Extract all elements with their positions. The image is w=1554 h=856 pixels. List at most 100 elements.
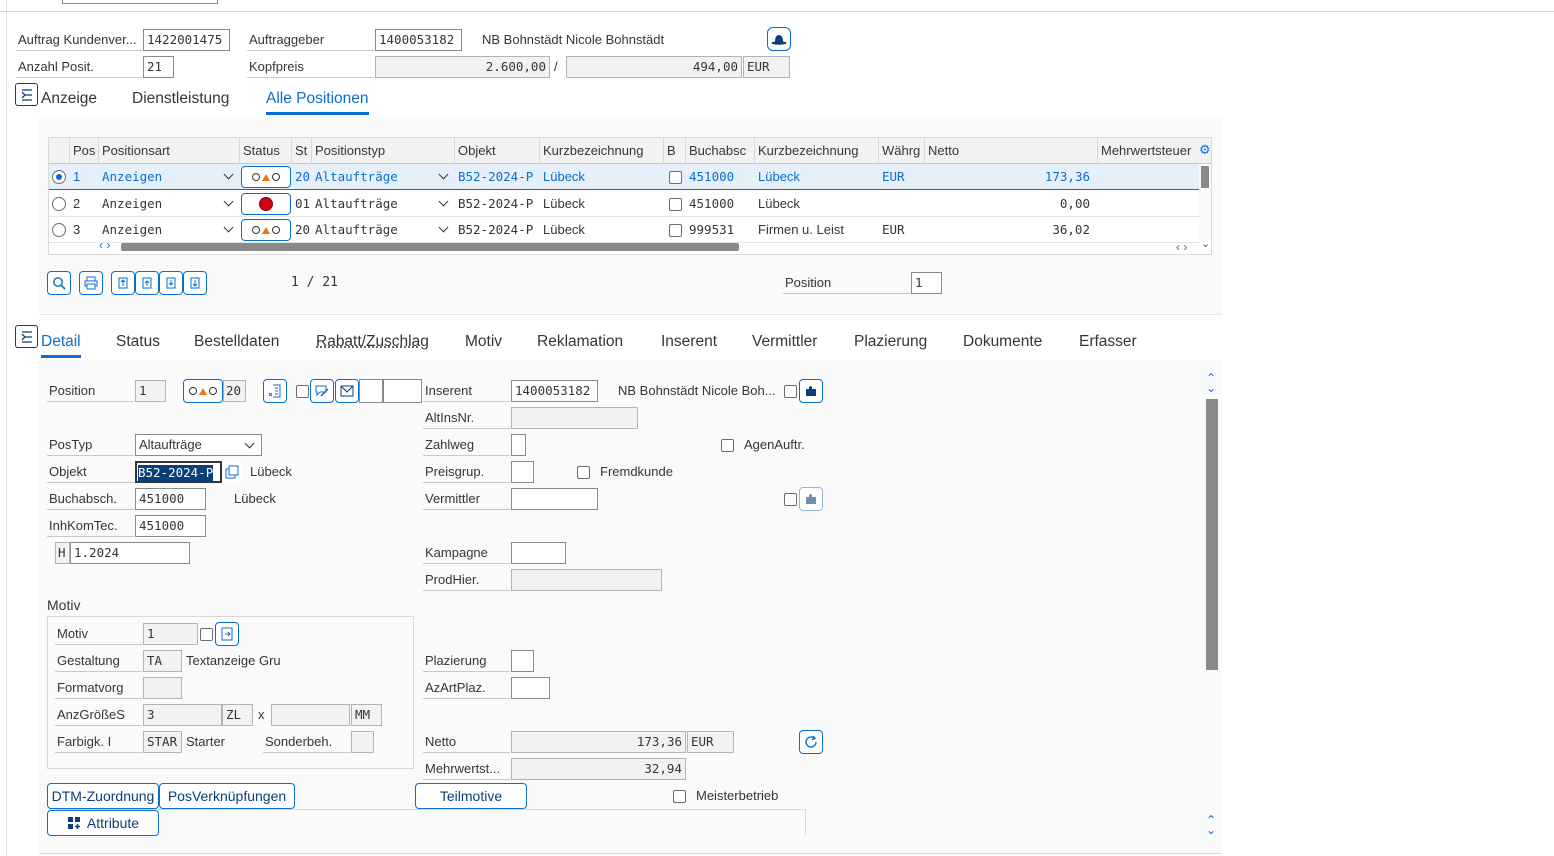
col-positionstyp[interactable]: Positionstyp bbox=[312, 138, 455, 164]
partner-puzzle-icon[interactable] bbox=[799, 379, 823, 403]
table-row[interactable]: 1 Anzeigen 20 Altaufträge B52-2024-P Lübeck 45… bbox=[49, 164, 1199, 190]
detail-small-field-2[interactable] bbox=[383, 379, 422, 403]
vermittler-checkbox[interactable] bbox=[784, 493, 797, 506]
traffic-light-status-icon[interactable] bbox=[241, 219, 291, 241]
position-nav-field[interactable]: 1 bbox=[911, 272, 942, 294]
zoom-icon[interactable] bbox=[47, 271, 71, 295]
vermittler-field[interactable] bbox=[511, 488, 598, 510]
tab-anzeige[interactable]: Anzeige bbox=[41, 88, 97, 110]
detail-small-field-1[interactable] bbox=[359, 379, 383, 403]
table-hscroll[interactable] bbox=[121, 243, 739, 251]
attribute-button[interactable]: Attribute bbox=[47, 810, 159, 836]
chevron-down-icon[interactable] bbox=[223, 169, 234, 180]
tab-bestelldaten[interactable]: Bestelldaten bbox=[194, 331, 279, 353]
table-settings-icon[interactable]: ⚙ bbox=[1199, 143, 1211, 156]
motiv-checkbox[interactable] bbox=[200, 628, 213, 641]
row-b-checkbox[interactable] bbox=[669, 171, 682, 184]
vermittler-puzzle-icon[interactable] bbox=[799, 487, 823, 511]
inhkom-field[interactable]: 451000 bbox=[135, 515, 206, 537]
zahlweg-field[interactable] bbox=[511, 434, 526, 456]
tab-alle-positionen[interactable]: Alle Positionen bbox=[266, 88, 369, 115]
tab-dokumente[interactable]: Dokumente bbox=[963, 331, 1042, 353]
hscroll-left-right-icon[interactable]: ‹ › bbox=[99, 239, 110, 251]
buchabsch-field[interactable]: 451000 bbox=[135, 488, 206, 510]
tab-erfasser[interactable]: Erfasser bbox=[1079, 331, 1137, 353]
chevron-down-icon[interactable] bbox=[438, 169, 449, 180]
print-icon[interactable] bbox=[79, 271, 103, 295]
azartplaz-field[interactable] bbox=[511, 677, 550, 699]
detail-vscroll-thumb[interactable] bbox=[1206, 399, 1218, 670]
fremdkunde-checkbox[interactable] bbox=[577, 466, 590, 479]
stop-status-icon[interactable] bbox=[241, 192, 291, 215]
row-b-checkbox[interactable] bbox=[669, 224, 682, 237]
meisterbetrieb-checkbox[interactable] bbox=[673, 790, 686, 803]
scroll-last-icon[interactable] bbox=[183, 271, 207, 295]
row-select-radio[interactable] bbox=[52, 196, 66, 211]
tab-inserent[interactable]: Inserent bbox=[661, 331, 717, 353]
tab-status[interactable]: Status bbox=[116, 331, 160, 353]
col-pos[interactable]: Pos bbox=[70, 138, 99, 164]
row-select-radio[interactable] bbox=[52, 223, 66, 237]
col-kurzbezeichnung[interactable]: Kurzbezeichnung bbox=[540, 138, 664, 164]
tab-dienstleistung[interactable]: Dienstleistung bbox=[132, 88, 229, 110]
col-mehrwertsteuer[interactable]: Mehrwertsteuer bbox=[1098, 138, 1199, 164]
detail-scroll-up-icon[interactable]: ⌃ ⌄ bbox=[1206, 372, 1216, 394]
collapse-detail-tabs-icon[interactable] bbox=[15, 325, 38, 348]
preisgrup-field[interactable] bbox=[511, 461, 534, 483]
col-buchabsc[interactable]: Buchabsc bbox=[686, 138, 755, 164]
collapse-tabstrip-icon[interactable] bbox=[15, 83, 38, 106]
refresh-icon[interactable] bbox=[799, 730, 823, 754]
chevron-down-icon[interactable] bbox=[223, 222, 234, 233]
partner-hat-icon[interactable] bbox=[767, 27, 791, 51]
posverknuepfungen-button[interactable]: PosVerknüpfungen bbox=[159, 783, 295, 809]
table-row[interactable]: 2 Anzeigen 01 Altaufträge B52-2024-P Lübeck 45… bbox=[49, 190, 1199, 217]
auftraggeber-field[interactable]: 1400053182 bbox=[375, 29, 462, 51]
inserent-field[interactable]: 1400053182 bbox=[511, 380, 598, 402]
detail-status-button[interactable] bbox=[183, 379, 223, 403]
col-b[interactable]: B bbox=[664, 138, 686, 164]
objekt-field[interactable]: B52-2024-P bbox=[135, 461, 222, 483]
tab-motiv[interactable]: Motiv bbox=[465, 331, 502, 353]
tab-detail[interactable]: Detail bbox=[41, 331, 81, 358]
col-status[interactable]: Status bbox=[240, 138, 292, 164]
col-objekt[interactable]: Objekt bbox=[455, 138, 540, 164]
chevron-down-icon[interactable] bbox=[438, 222, 449, 233]
row-b-checkbox[interactable] bbox=[669, 197, 682, 211]
col-positionsart[interactable]: Positionsart bbox=[99, 138, 240, 164]
col-netto[interactable]: Netto bbox=[925, 138, 1098, 164]
col-kurzbezeichnung-2[interactable]: Kurzbezeichnung bbox=[755, 138, 879, 164]
scroll-up-icon[interactable] bbox=[135, 271, 159, 295]
dtm-zuordnung-button[interactable]: DTM-Zuordnung bbox=[47, 783, 159, 809]
scroll-first-icon[interactable] bbox=[111, 271, 135, 295]
agenauftr-checkbox[interactable] bbox=[721, 439, 734, 452]
chevron-down-icon[interactable] bbox=[223, 196, 234, 206]
postyp-select[interactable]: Altaufträge bbox=[135, 434, 262, 456]
table-vscroll[interactable] bbox=[1199, 164, 1211, 240]
scroll-down-icon[interactable] bbox=[159, 271, 183, 295]
period-field[interactable]: 1.2024 bbox=[70, 542, 190, 564]
table-row[interactable]: 3 Anzeigen 20 Altaufträge B52-2024-P Lübeck 99… bbox=[49, 217, 1199, 243]
auftrag-field[interactable]: 1422001475 bbox=[143, 29, 230, 51]
document-edit-icon[interactable] bbox=[263, 379, 287, 403]
tab-plazierung[interactable]: Plazierung bbox=[854, 331, 927, 353]
hscroll-right-left-icon[interactable]: ‹ › bbox=[1176, 241, 1187, 253]
tab-vermittler[interactable]: Vermittler bbox=[752, 331, 817, 353]
note-edit-icon[interactable] bbox=[310, 379, 334, 403]
tab-rabatt-zuschlag[interactable]: Rabatt/Zuschlag bbox=[316, 331, 429, 353]
mail-icon[interactable] bbox=[335, 379, 359, 403]
kampagne-field[interactable] bbox=[511, 542, 566, 564]
traffic-light-status-icon[interactable] bbox=[241, 166, 291, 188]
chevron-down-icon[interactable] bbox=[438, 196, 449, 206]
vscroll-down-icon[interactable]: ⌄ bbox=[1201, 239, 1210, 250]
inserent-checkbox[interactable] bbox=[784, 385, 797, 398]
col-st[interactable]: St bbox=[292, 138, 312, 164]
tab-reklamation[interactable]: Reklamation bbox=[537, 331, 623, 353]
value-help-icon[interactable] bbox=[222, 461, 241, 483]
row-select-radio[interactable] bbox=[52, 170, 66, 184]
col-waehrg[interactable]: Währg bbox=[879, 138, 925, 164]
detail-checkbox-1[interactable] bbox=[296, 385, 309, 398]
teilmotive-button[interactable]: Teilmotive bbox=[415, 783, 527, 809]
anzahl-field[interactable]: 21 bbox=[143, 56, 174, 78]
plazierung-field[interactable] bbox=[511, 650, 534, 672]
detail-scroll-down-icon[interactable]: ⌃ ⌄ bbox=[1206, 814, 1216, 836]
